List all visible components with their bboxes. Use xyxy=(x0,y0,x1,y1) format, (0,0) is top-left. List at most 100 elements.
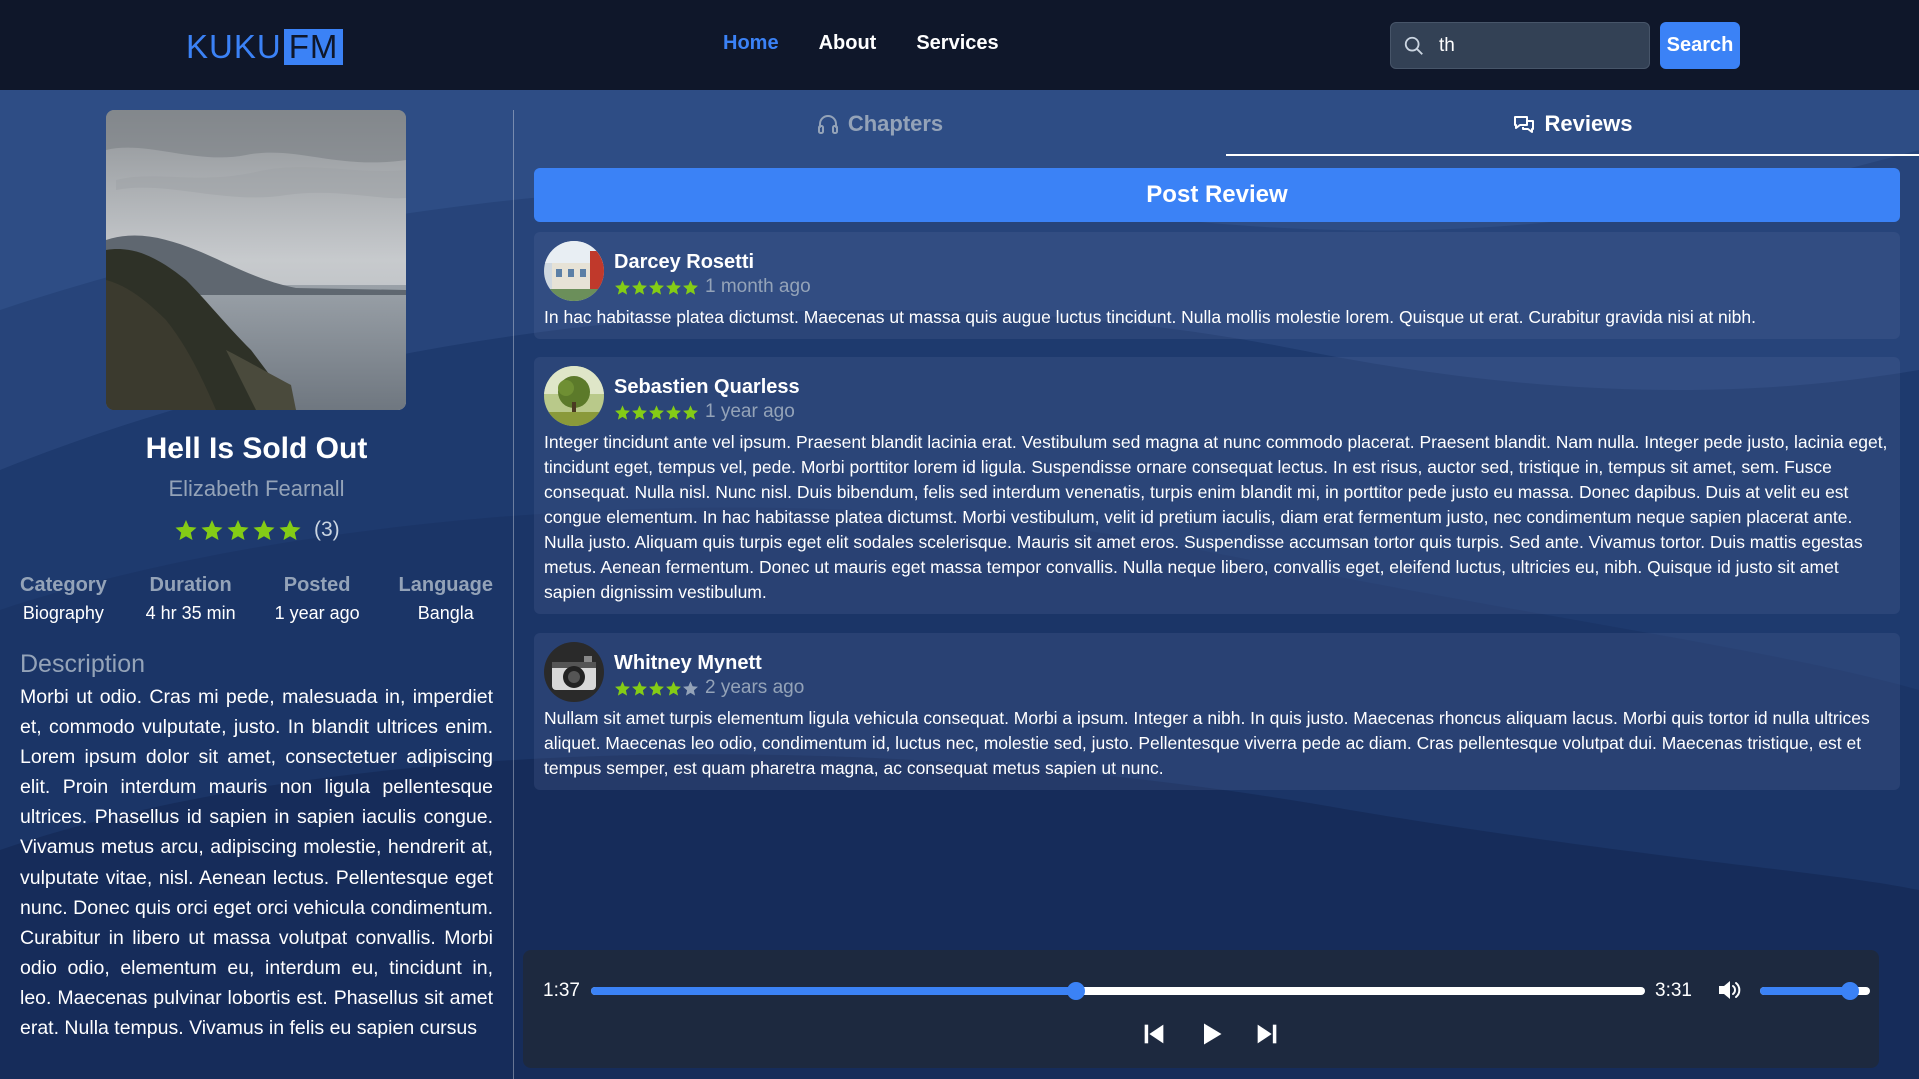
star-icon xyxy=(201,520,223,540)
headphones-icon xyxy=(817,115,838,134)
review-time: 1 month ago xyxy=(705,276,811,297)
description-heading: Description xyxy=(20,650,146,678)
star-icon xyxy=(683,279,698,295)
star-icon xyxy=(615,680,630,696)
meta-duration: Duration 4 hr 35 min xyxy=(146,574,236,624)
star-icon xyxy=(666,404,681,420)
nav-services[interactable]: Services xyxy=(916,32,998,55)
volume-slider[interactable] xyxy=(1760,982,1870,1000)
progress-slider[interactable] xyxy=(591,982,1645,1000)
search-button[interactable]: Search xyxy=(1660,22,1740,69)
meta-category: Category Biography xyxy=(20,574,107,624)
review-rating: 2 years ago xyxy=(614,677,804,699)
reviewer-info: Whitney Mynett 2 years ago xyxy=(614,642,804,699)
meta-value: 1 year ago xyxy=(274,603,360,623)
volume-fill xyxy=(1760,987,1851,995)
book-meta: Category Biography Duration 4 hr 35 min … xyxy=(20,574,493,624)
star-icon xyxy=(649,279,664,295)
tab-chapters[interactable]: Chapters xyxy=(533,90,1226,156)
nav-home[interactable]: Home xyxy=(723,32,779,55)
kukufm-logo[interactable]: KUKU FM xyxy=(186,28,344,66)
review-rating: 1 year ago xyxy=(614,401,800,423)
post-review-button[interactable]: Post Review xyxy=(534,168,1900,222)
avatar xyxy=(544,366,604,426)
volume-thumb[interactable] xyxy=(1841,982,1860,1000)
meta-label: Posted xyxy=(283,574,351,596)
reviewer-name: Sebastien Quarless xyxy=(614,376,800,398)
search-box xyxy=(1390,22,1650,69)
avatar-image xyxy=(544,366,604,426)
star-icon xyxy=(279,520,301,540)
star-icon xyxy=(615,279,630,295)
meta-label: Duration xyxy=(149,574,232,596)
progress-thumb[interactable] xyxy=(1066,982,1085,1000)
audio-player: 1:37 3:31 xyxy=(523,950,1879,1068)
description-text: Morbi ut odio. Cras mi pede, malesuada i… xyxy=(20,686,493,1040)
star-icon xyxy=(632,279,647,295)
star-icon xyxy=(615,404,630,420)
search-input[interactable] xyxy=(1439,34,1619,57)
review-text: Nullam sit amet turpis elementum ligula … xyxy=(544,708,1870,778)
meta-label: Category xyxy=(20,574,107,596)
star-icon xyxy=(666,680,681,696)
logo-fm-badge: FM xyxy=(283,28,344,65)
tab-reviews[interactable]: Reviews xyxy=(1226,90,1919,156)
book-rating: (3) xyxy=(174,518,340,542)
content-tabs: Chapters Reviews xyxy=(533,90,1919,156)
progress-fill xyxy=(591,987,1076,995)
meta-value: 4 hr 35 min xyxy=(145,603,236,623)
star-icon xyxy=(632,404,647,420)
meta-value: Bangla xyxy=(417,603,474,623)
review-rating: 1 month ago xyxy=(614,276,811,298)
review-card: Sebastien Quarless 1 year ago Integer ti… xyxy=(534,357,1900,614)
star-icon xyxy=(227,520,249,540)
chat-bubbles-icon xyxy=(1514,116,1535,133)
logo-fm-text: FM xyxy=(288,28,339,65)
reviewer-name: Darcey Rosetti xyxy=(614,251,755,273)
review-card: Whitney Mynett 2 years ago Nullam sit am… xyxy=(534,633,1900,790)
play-icon[interactable] xyxy=(1197,1020,1225,1048)
star-icon xyxy=(632,680,647,696)
reviewer-info: Darcey Rosetti 1 month ago xyxy=(614,241,811,298)
skip-previous-icon[interactable] xyxy=(1140,1020,1168,1048)
cover-landscape-art xyxy=(106,110,406,410)
logo-kuku-text: KUKU xyxy=(186,28,282,65)
star-empty-icon xyxy=(683,680,698,696)
avatar xyxy=(544,241,604,301)
nav-about[interactable]: About xyxy=(819,32,877,55)
book-details-panel: Hell Is Sold Out Elizabeth Fearnall (3) … xyxy=(0,90,513,1079)
meta-label: Language xyxy=(398,574,493,596)
book-title: Hell Is Sold Out xyxy=(145,432,368,465)
avatar xyxy=(544,642,604,702)
avatar-image xyxy=(544,642,604,702)
search-icon xyxy=(1404,36,1423,55)
rating-count: (3) xyxy=(314,518,340,541)
current-time: 1:37 xyxy=(543,980,580,1001)
tab-reviews-label: Reviews xyxy=(1544,111,1633,136)
review-text: Integer tincidunt ante vel ipsum. Praese… xyxy=(544,432,1888,602)
meta-language: Language Bangla xyxy=(399,574,493,624)
main-nav: Home About Services xyxy=(723,32,999,55)
tab-chapters-label: Chapters xyxy=(847,111,944,136)
review-header: Whitney Mynett 2 years ago xyxy=(544,642,1890,702)
meta-posted: Posted 1 year ago xyxy=(275,574,360,624)
skip-next-icon[interactable] xyxy=(1253,1020,1281,1048)
star-icon xyxy=(683,404,698,420)
panel-divider xyxy=(513,110,514,1079)
star-icon xyxy=(649,680,664,696)
star-icon xyxy=(253,520,275,540)
review-header: Sebastien Quarless 1 year ago xyxy=(544,366,1890,426)
avatar-image xyxy=(544,241,604,301)
star-icon xyxy=(175,520,197,540)
review-card: Darcey Rosetti 1 month ago In hac habita… xyxy=(534,232,1900,339)
book-author[interactable]: Elizabeth Fearnall xyxy=(0,476,513,502)
star-icon xyxy=(666,279,681,295)
star-icon xyxy=(649,404,664,420)
top-navbar: KUKU FM Home About Services Search xyxy=(0,0,1919,90)
review-text: In hac habitasse platea dictumst. Maecen… xyxy=(544,307,1757,327)
meta-value: Biography xyxy=(22,603,104,623)
review-time: 1 year ago xyxy=(705,401,795,422)
review-header: Darcey Rosetti 1 month ago xyxy=(544,241,1890,301)
review-time: 2 years ago xyxy=(705,677,805,698)
volume-icon[interactable] xyxy=(1717,978,1743,1002)
